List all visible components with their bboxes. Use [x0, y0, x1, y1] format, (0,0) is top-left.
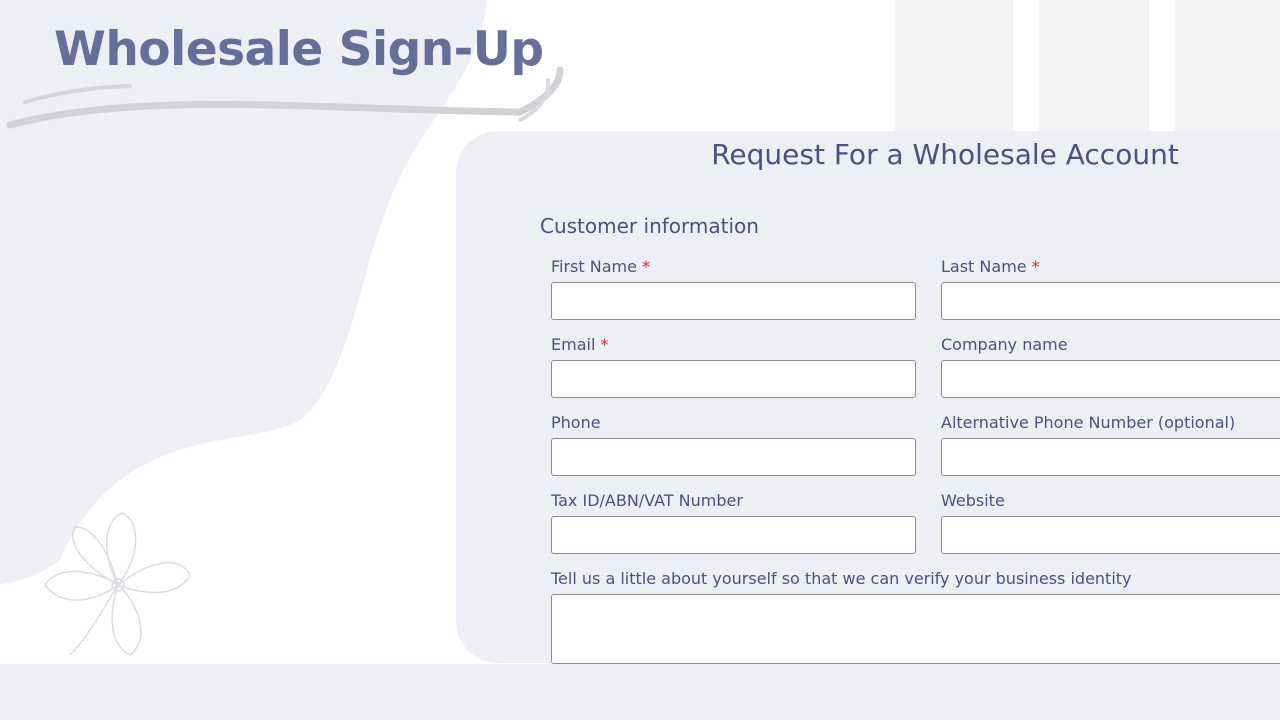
section-title: Customer information: [540, 214, 759, 238]
background-stripe: [1175, 0, 1280, 131]
first-name-input[interactable]: [551, 282, 916, 320]
first-name-label: First Name *: [551, 257, 650, 276]
required-mark: *: [1031, 257, 1040, 276]
required-mark: *: [600, 335, 609, 354]
alt-phone-label: Alternative Phone Number (optional): [941, 413, 1236, 432]
last-name-label-text: Last Name: [941, 257, 1027, 276]
footer-band: [0, 664, 1280, 720]
tax-id-input[interactable]: [551, 516, 916, 554]
about-label: Tell us a little about yourself so that …: [551, 569, 1132, 588]
email-label-text: Email: [551, 335, 596, 354]
about-textarea[interactable]: [551, 594, 1280, 664]
phone-input[interactable]: [551, 438, 916, 476]
background-stripe: [1039, 0, 1149, 131]
website-input[interactable]: [941, 516, 1280, 554]
last-name-input[interactable]: [941, 282, 1280, 320]
alt-phone-input[interactable]: [941, 438, 1280, 476]
email-field[interactable]: [551, 360, 916, 398]
background-stripe: [895, 0, 1013, 131]
email-label: Email *: [551, 335, 608, 354]
page-title: Wholesale Sign-Up: [54, 22, 544, 77]
required-mark: *: [641, 257, 650, 276]
flower-line-art-icon: [44, 512, 191, 656]
first-name-label-text: First Name: [551, 257, 637, 276]
form-heading: Request For a Wholesale Account: [711, 138, 1179, 171]
phone-label: Phone: [551, 413, 601, 432]
company-name-input[interactable]: [941, 360, 1280, 398]
tax-id-label: Tax ID/ABN/VAT Number: [551, 491, 743, 510]
company-name-label: Company name: [941, 335, 1068, 354]
last-name-label: Last Name *: [941, 257, 1040, 276]
website-label: Website: [941, 491, 1005, 510]
